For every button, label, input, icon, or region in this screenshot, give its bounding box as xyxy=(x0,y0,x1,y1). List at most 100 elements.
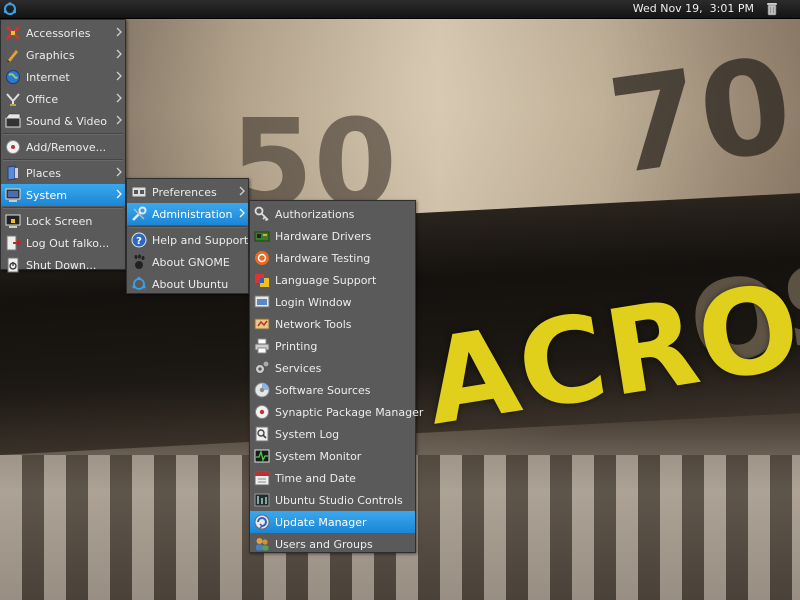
menu-item-label: Network Tools xyxy=(275,317,352,331)
time-date-icon xyxy=(254,471,270,486)
menu-item-label: Services xyxy=(275,361,322,375)
menu-item-users-groups[interactable]: Users and Groups xyxy=(250,533,415,555)
hardware-drivers-icon xyxy=(254,231,270,242)
menu-item-hardware-drivers[interactable]: Hardware Drivers xyxy=(250,225,415,247)
menu-item-label: Software Sources xyxy=(275,383,371,397)
menu-item-label: Places xyxy=(26,166,61,180)
svg-text:?: ? xyxy=(136,236,142,247)
menu-item-label: System Log xyxy=(275,427,340,441)
system-log-icon xyxy=(255,426,269,442)
menu-item-label: Internet xyxy=(26,70,70,84)
internet-icon xyxy=(6,70,20,84)
sound-video-icon xyxy=(5,113,21,128)
menu-item-studio-controls[interactable]: Ubuntu Studio Controls xyxy=(250,489,415,511)
menu-item-label: Add/Remove... xyxy=(26,140,107,154)
places-icon xyxy=(7,165,18,181)
menu-separator xyxy=(3,133,123,135)
language-support-icon xyxy=(255,274,269,287)
menu-separator xyxy=(129,226,246,228)
log-out-icon xyxy=(6,235,21,251)
printer-icon xyxy=(254,338,270,354)
menu-item-label: Printing xyxy=(275,339,318,353)
software-sources-icon xyxy=(254,382,270,398)
authorizations-icon xyxy=(254,206,269,222)
menu-item-software-sources[interactable]: Software Sources xyxy=(250,379,415,401)
menu-item-label: Time and Date xyxy=(275,471,356,485)
menu-item-preferences[interactable]: Preferences xyxy=(127,181,248,203)
menu-item-help[interactable]: ? Help and Support xyxy=(127,229,248,251)
menu-item-places[interactable]: Places xyxy=(1,162,125,184)
menu-item-authorizations[interactable]: Authorizations xyxy=(250,203,415,225)
administration-icon xyxy=(132,206,147,221)
system-icon xyxy=(5,188,21,202)
menu-item-label: Graphics xyxy=(26,48,75,62)
menu-item-label: Office xyxy=(26,92,59,106)
menu-item-shut-down[interactable]: Shut Down... xyxy=(1,254,125,276)
chevron-right-icon xyxy=(239,186,245,196)
menu-item-synaptic[interactable]: Synaptic Package Manager xyxy=(250,401,423,423)
chevron-right-icon xyxy=(116,189,122,199)
panel-clock[interactable]: Wed Nov 19, 3:01 PM xyxy=(633,2,754,15)
menu-item-administration[interactable]: Administration xyxy=(127,203,248,225)
menu-item-printing[interactable]: Printing xyxy=(250,335,415,357)
menu-item-label: Hardware Testing xyxy=(275,251,371,265)
menu-item-label: Accessories xyxy=(26,26,91,40)
menu-item-label: Update Manager xyxy=(275,515,367,529)
login-window-icon xyxy=(254,295,270,308)
menu-item-sound-video[interactable]: Sound & Video xyxy=(1,110,125,132)
menu-item-login-window[interactable]: Login Window xyxy=(250,291,415,313)
menu-item-office[interactable]: Office xyxy=(1,88,125,110)
menu-item-accessories[interactable]: Accessories xyxy=(1,22,125,44)
menu-item-hardware-testing[interactable]: Hardware Testing xyxy=(250,247,415,269)
menu-item-system-log[interactable]: System Log xyxy=(250,423,415,445)
menu-item-graphics[interactable]: Graphics xyxy=(1,44,125,66)
office-icon xyxy=(6,93,20,106)
update-manager-icon xyxy=(254,514,270,530)
wallpaper-number-70: 70 xyxy=(600,28,800,204)
chevron-right-icon xyxy=(116,93,122,103)
menu-item-network-tools[interactable]: Network Tools xyxy=(250,313,415,335)
menu-item-internet[interactable]: Internet xyxy=(1,66,125,88)
lock-screen-icon xyxy=(5,214,21,228)
add-remove-icon xyxy=(6,140,20,154)
gnome-icon xyxy=(134,254,145,269)
menu-item-log-out[interactable]: Log Out falko... xyxy=(1,232,125,254)
menu-item-system[interactable]: System xyxy=(1,184,125,206)
network-tools-icon xyxy=(254,318,270,330)
menu-item-label: Users and Groups xyxy=(275,537,373,551)
system-monitor-icon xyxy=(254,449,270,463)
menu-separator xyxy=(3,159,123,161)
menu-item-label: Lock Screen xyxy=(26,214,93,228)
menu-item-system-monitor[interactable]: System Monitor xyxy=(250,445,415,467)
studio-controls-icon xyxy=(254,493,270,507)
menu-item-about-ubuntu[interactable]: About Ubuntu xyxy=(127,273,248,295)
menu-item-label: About GNOME xyxy=(152,255,230,269)
menu-item-about-gnome[interactable]: About GNOME xyxy=(127,251,248,273)
menu-item-label: Sound & Video xyxy=(26,114,108,128)
menu-item-label: Authorizations xyxy=(275,207,355,221)
graphics-icon xyxy=(7,50,18,62)
menu-item-label: Hardware Drivers xyxy=(275,229,372,243)
chevron-right-icon xyxy=(116,49,122,59)
menu-item-label: Shut Down... xyxy=(26,258,97,272)
system-submenu: Preferences Administration ? Help and Su… xyxy=(126,178,249,294)
menu-item-add-remove[interactable]: Add/Remove... xyxy=(1,136,125,158)
preferences-icon xyxy=(131,186,147,198)
chevron-right-icon xyxy=(116,115,122,125)
menu-item-update-manager[interactable]: Update Manager xyxy=(250,511,415,533)
ubuntu-icon xyxy=(132,276,146,290)
trash-icon[interactable] xyxy=(766,2,778,16)
menu-item-language-support[interactable]: Language Support xyxy=(250,269,415,291)
menu-item-lock-screen[interactable]: Lock Screen xyxy=(1,210,125,232)
menu-item-label: About Ubuntu xyxy=(152,277,229,291)
hardware-testing-icon xyxy=(255,251,269,265)
applications-menu-button[interactable] xyxy=(0,0,20,18)
menu-item-time-date[interactable]: Time and Date xyxy=(250,467,415,489)
ubuntu-logo-icon xyxy=(3,2,17,15)
users-groups-icon xyxy=(256,538,269,551)
accessories-icon xyxy=(6,26,20,40)
menu-item-label: Help and Support xyxy=(152,233,249,247)
services-icon xyxy=(255,360,270,374)
menu-item-services[interactable]: Services xyxy=(250,357,415,379)
menu-item-label: System Monitor xyxy=(275,449,362,463)
